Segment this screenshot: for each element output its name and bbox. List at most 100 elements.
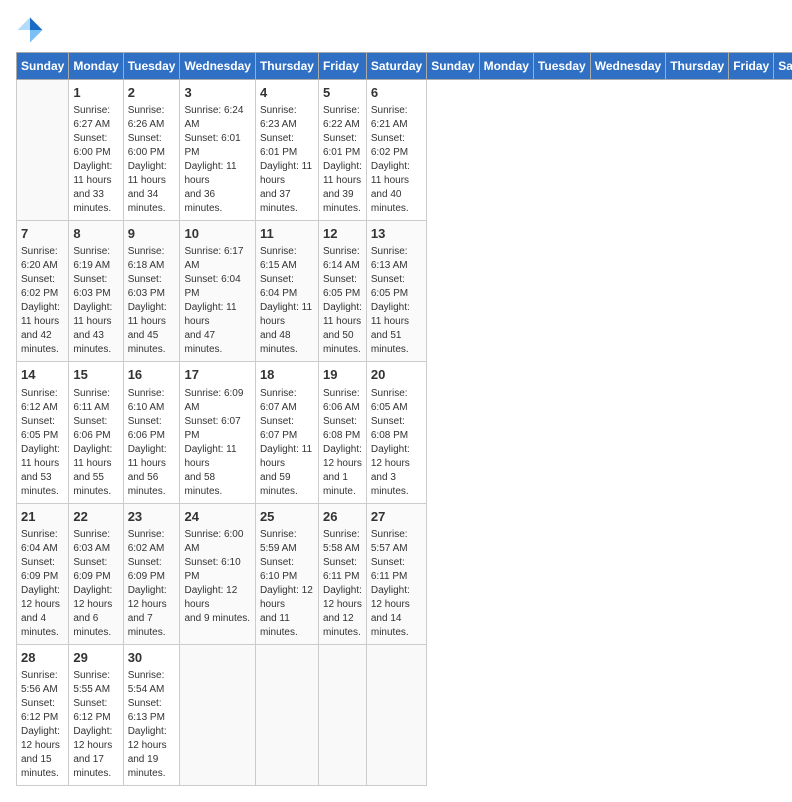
col-header-thursday: Thursday [666,53,729,80]
calendar-cell: 12Sunrise: 6:14 AM Sunset: 6:05 PM Dayli… [318,221,366,362]
day-number: 30 [128,649,176,667]
col-header-tuesday: Tuesday [533,53,590,80]
calendar-week-2: 7 Sunrise: 6:20 AM Sunset: 6:02 PM Daylig… [17,221,792,362]
day-info: Sunrise: 6:27 AM Sunset: 6:00 PM Dayligh… [73,104,118,216]
calendar-cell: 26 Sunrise: 5:58 AM Sunset: 6:11 PM Dayli… [318,503,366,644]
calendar-table: SundayMondayTuesdayWednesdayThursdayFrid… [16,52,792,786]
day-number: 27 [371,508,422,526]
day-info: Sunrise: 6:13 AM Sunset: 6:05 PM Dayligh… [371,245,422,357]
calendar-header-row: SundayMondayTuesdayWednesdayThursdayFrid… [17,53,792,80]
day-info: Sunrise: 5:57 AM Sunset: 6:11 PM Dayligh… [371,528,422,640]
day-info: Sunrise: 5:54 AM Sunset: 6:13 PM Dayligh… [128,669,176,781]
day-number: 15 [73,366,118,384]
calendar-cell: 20 Sunrise: 6:05 AM Sunset: 6:08 PM Dayli… [366,362,426,503]
day-number: 26 [323,508,362,526]
calendar-cell: 14Sunrise: 6:12 AM Sunset: 6:05 PM Dayli… [17,362,69,503]
day-number: 7 [21,225,64,243]
day-info: Sunrise: 5:56 AM Sunset: 6:12 PM Dayligh… [21,669,64,781]
day-number: 2 [128,84,176,102]
day-info: Sunrise: 6:03 AM Sunset: 6:09 PM Dayligh… [73,528,118,640]
calendar-cell: 30 Sunrise: 5:54 AM Sunset: 6:13 PM Dayli… [123,644,180,785]
calendar-cell: 5Sunrise: 6:22 AM Sunset: 6:01 PM Daylig… [318,80,366,221]
calendar-cell: 29Sunrise: 5:55 AM Sunset: 6:12 PM Dayli… [69,644,123,785]
day-info: Sunrise: 6:20 AM Sunset: 6:02 PM Dayligh… [21,245,64,357]
day-info: Sunrise: 6:05 AM Sunset: 6:08 PM Dayligh… [371,387,422,499]
day-info: Sunrise: 6:23 AM Sunset: 6:01 PM Dayligh… [260,104,314,216]
day-info: Sunrise: 6:04 AM Sunset: 6:09 PM Dayligh… [21,528,64,640]
col-header-saturday: Saturday [774,53,792,80]
col-header-sunday: Sunday [427,53,479,80]
day-info: Sunrise: 6:22 AM Sunset: 6:01 PM Dayligh… [323,104,362,216]
calendar-cell [255,644,318,785]
day-info: Sunrise: 6:07 AM Sunset: 6:07 PM Dayligh… [260,387,314,499]
day-info: Sunrise: 6:15 AM Sunset: 6:04 PM Dayligh… [260,245,314,357]
calendar-cell: 15 Sunrise: 6:11 AM Sunset: 6:06 PM Dayli… [69,362,123,503]
day-number: 16 [128,366,176,384]
day-info: Sunrise: 6:21 AM Sunset: 6:02 PM Dayligh… [371,104,422,216]
day-info: Sunrise: 5:59 AM Sunset: 6:10 PM Dayligh… [260,528,314,640]
calendar-cell: 1 Sunrise: 6:27 AM Sunset: 6:00 PM Daylig… [69,80,123,221]
day-info: Sunrise: 6:00 AM Sunset: 6:10 PM Dayligh… [184,528,250,626]
day-number: 17 [184,366,250,384]
day-info: Sunrise: 6:09 AM Sunset: 6:07 PM Dayligh… [184,387,250,499]
calendar-cell: 25Sunrise: 5:59 AM Sunset: 6:10 PM Dayli… [255,503,318,644]
day-number: 23 [128,508,176,526]
calendar-cell: 8 Sunrise: 6:19 AM Sunset: 6:03 PM Daylig… [69,221,123,362]
calendar-cell: 22Sunrise: 6:03 AM Sunset: 6:09 PM Dayli… [69,503,123,644]
day-info: Sunrise: 6:26 AM Sunset: 6:00 PM Dayligh… [128,104,176,216]
calendar-cell [366,644,426,785]
calendar-cell: 27 Sunrise: 5:57 AM Sunset: 6:11 PM Dayli… [366,503,426,644]
day-number: 8 [73,225,118,243]
calendar-cell: 17 Sunrise: 6:09 AM Sunset: 6:07 PM Dayli… [180,362,255,503]
day-info: Sunrise: 6:06 AM Sunset: 6:08 PM Dayligh… [323,387,362,499]
day-info: Sunrise: 6:24 AM Sunset: 6:01 PM Dayligh… [184,104,250,216]
calendar-cell: 24 Sunrise: 6:00 AM Sunset: 6:10 PM Dayli… [180,503,255,644]
day-number: 19 [323,366,362,384]
day-info: Sunrise: 6:18 AM Sunset: 6:03 PM Dayligh… [128,245,176,357]
day-number: 28 [21,649,64,667]
calendar-cell: 11 Sunrise: 6:15 AM Sunset: 6:04 PM Dayli… [255,221,318,362]
logo [16,16,48,44]
day-info: Sunrise: 6:14 AM Sunset: 6:05 PM Dayligh… [323,245,362,357]
calendar-week-5: 28 Sunrise: 5:56 AM Sunset: 6:12 PM Dayli… [17,644,792,785]
header-saturday: Saturday [366,53,426,80]
day-number: 1 [73,84,118,102]
day-number: 10 [184,225,250,243]
day-number: 13 [371,225,422,243]
calendar-cell: 7 Sunrise: 6:20 AM Sunset: 6:02 PM Daylig… [17,221,69,362]
page-header [16,16,776,44]
calendar-week-4: 21 Sunrise: 6:04 AM Sunset: 6:09 PM Dayli… [17,503,792,644]
day-number: 6 [371,84,422,102]
day-info: Sunrise: 6:11 AM Sunset: 6:06 PM Dayligh… [73,387,118,499]
day-number: 11 [260,225,314,243]
header-wednesday: Wednesday [180,53,255,80]
calendar-cell: 6 Sunrise: 6:21 AM Sunset: 6:02 PM Daylig… [366,80,426,221]
day-number: 20 [371,366,422,384]
day-info: Sunrise: 6:17 AM Sunset: 6:04 PM Dayligh… [184,245,250,357]
day-info: Sunrise: 6:02 AM Sunset: 6:09 PM Dayligh… [128,528,176,640]
calendar-week-1: 1 Sunrise: 6:27 AM Sunset: 6:00 PM Daylig… [17,80,792,221]
header-monday: Monday [69,53,123,80]
day-info: Sunrise: 6:10 AM Sunset: 6:06 PM Dayligh… [128,387,176,499]
day-number: 24 [184,508,250,526]
day-number: 4 [260,84,314,102]
col-header-monday: Monday [479,53,533,80]
logo-icon [16,16,44,44]
calendar-cell: 3 Sunrise: 6:24 AM Sunset: 6:01 PM Daylig… [180,80,255,221]
calendar-cell [17,80,69,221]
col-header-friday: Friday [729,53,774,80]
calendar-cell [318,644,366,785]
calendar-cell: 28 Sunrise: 5:56 AM Sunset: 6:12 PM Dayli… [17,644,69,785]
day-number: 3 [184,84,250,102]
day-number: 21 [21,508,64,526]
day-info: Sunrise: 6:19 AM Sunset: 6:03 PM Dayligh… [73,245,118,357]
header-friday: Friday [318,53,366,80]
header-tuesday: Tuesday [123,53,180,80]
day-number: 18 [260,366,314,384]
day-info: Sunrise: 5:58 AM Sunset: 6:11 PM Dayligh… [323,528,362,640]
calendar-cell: 13 Sunrise: 6:13 AM Sunset: 6:05 PM Dayli… [366,221,426,362]
header-thursday: Thursday [255,53,318,80]
calendar-cell [180,644,255,785]
calendar-week-3: 14Sunrise: 6:12 AM Sunset: 6:05 PM Dayli… [17,362,792,503]
calendar-cell: 21 Sunrise: 6:04 AM Sunset: 6:09 PM Dayli… [17,503,69,644]
